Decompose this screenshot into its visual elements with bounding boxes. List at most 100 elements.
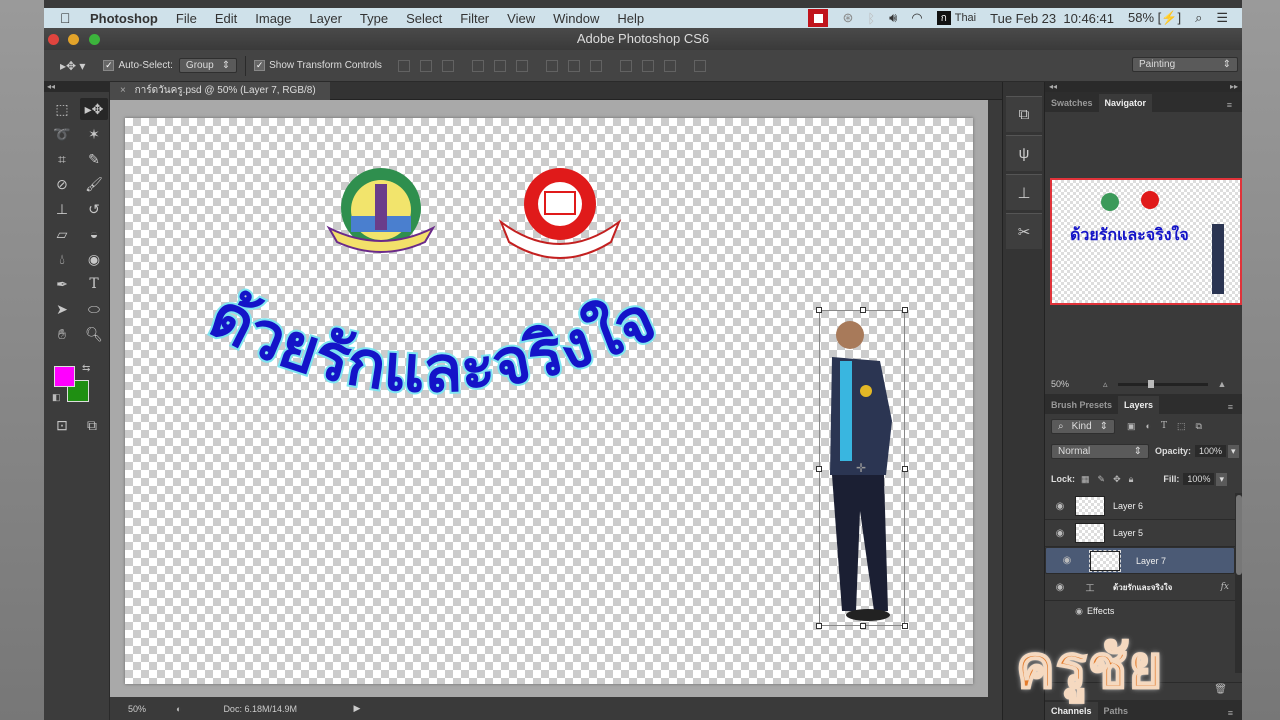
collapse-panels-bar[interactable]: ◂◂ ▸▸ (1045, 82, 1242, 92)
visibility-eye-icon[interactable]: ◉ (1052, 555, 1082, 566)
eyedropper-tool-icon[interactable]: ✎ (80, 148, 108, 170)
align-vertical-centers-icon[interactable] (419, 59, 432, 72)
menu-select[interactable]: Select (406, 11, 442, 26)
tab-brush-presets[interactable]: Brush Presets (1045, 396, 1118, 414)
clone-source-panel-icon[interactable]: ⊥ (1006, 174, 1042, 210)
opacity-field[interactable]: 100% (1195, 445, 1227, 457)
lock-transparent-pixels-icon[interactable]: ▦ (1081, 474, 1090, 485)
layer-row[interactable]: ◉ Layer 6 (1045, 493, 1235, 520)
align-right-edges-icon[interactable] (515, 59, 528, 72)
transform-handle-tr[interactable] (902, 307, 908, 313)
delete-layer-icon[interactable]: 🗑︎ (1214, 684, 1227, 695)
navigator-thumbnail[interactable]: ด้วยรักและจริงใจ (1050, 178, 1242, 305)
blur-tool-icon[interactable]: 💧︎ (48, 248, 76, 270)
layer-row[interactable]: ◉ Layer 5 (1045, 520, 1235, 547)
fx-icon[interactable]: fx (1221, 582, 1229, 592)
history-brush-tool-icon[interactable]: ↺ (80, 198, 108, 220)
blend-mode-dropdown[interactable]: Normal ⇕ (1051, 443, 1149, 459)
layer-row-selected[interactable]: ◉ Layer 7 (1045, 547, 1235, 574)
notification-center-icon[interactable]: ☰ (1216, 10, 1228, 26)
zoom-in-icon[interactable]: ▲ (1218, 379, 1227, 389)
close-window-button[interactable] (48, 34, 59, 45)
clone-stamp-tool-icon[interactable]: ⊥ (48, 198, 76, 220)
battery[interactable]: 58% [⚡] (1128, 10, 1181, 26)
distribute-right-icon[interactable] (663, 59, 676, 72)
tab-layers[interactable]: Layers (1118, 396, 1160, 414)
auto-select-checkbox[interactable]: ✓ (103, 60, 115, 71)
wifi-icon[interactable]: ◠ (911, 10, 922, 26)
panel-menu-icon[interactable]: ≡ (1222, 704, 1239, 720)
transform-handle-tl[interactable] (816, 307, 822, 313)
magic-wand-tool-icon[interactable]: ✶ (80, 123, 108, 145)
layers-scrollbar[interactable] (1235, 493, 1242, 673)
pen-tool-icon[interactable]: ✒ (48, 273, 76, 295)
filter-pixel-icon[interactable]: ▣ (1127, 421, 1136, 432)
zoom-window-button[interactable] (89, 34, 100, 45)
panel-menu-icon[interactable]: ≡ (1221, 96, 1238, 114)
fill-field[interactable]: 100% (1183, 473, 1215, 485)
foreground-color-swatch[interactable] (54, 366, 75, 387)
menu-file[interactable]: File (176, 11, 197, 26)
filter-type-icon[interactable]: T (1161, 421, 1167, 431)
distribute-vcenter-icon[interactable] (567, 59, 580, 72)
collapse-left-icon[interactable]: ◂◂ (1049, 82, 1057, 92)
path-selection-tool-icon[interactable]: ➤ (48, 298, 76, 320)
distribute-left-icon[interactable] (619, 59, 632, 72)
apple-icon[interactable]:  (60, 10, 80, 26)
filter-smart-object-icon[interactable]: ⧉ (1196, 421, 1202, 432)
panel-menu-icon[interactable]: ≡ (1222, 398, 1239, 416)
healing-brush-tool-icon[interactable]: ⊘ (48, 173, 76, 195)
zoom-out-icon[interactable]: ▵ (1103, 379, 1108, 390)
transform-handle-bl[interactable] (816, 623, 822, 629)
history-panel-icon[interactable]: ⧉ (1006, 96, 1042, 132)
visibility-eye-icon[interactable]: ◉ (1045, 528, 1075, 539)
visibility-eye-icon[interactable]: ◉ (1045, 501, 1075, 512)
hand-tool-icon[interactable]: ✋︎ (48, 323, 76, 345)
layer-row-text[interactable]: ◉ 工 ด้วยรักและจริงใจ fx (1045, 574, 1235, 601)
menu-image[interactable]: Image (255, 11, 291, 26)
status-menu-arrow-icon[interactable]: ▶ (353, 703, 360, 714)
menu-window[interactable]: Window (553, 11, 599, 26)
menu-help[interactable]: Help (617, 11, 644, 26)
minimize-window-button[interactable] (68, 34, 79, 45)
menu-type[interactable]: Type (360, 11, 388, 26)
auto-align-layers-icon[interactable] (693, 59, 706, 72)
zoom-level[interactable]: 50% (128, 704, 168, 714)
zoom-tool-icon[interactable]: 🔍︎ (80, 323, 108, 345)
transform-handle-mr[interactable] (902, 466, 908, 472)
transform-center-icon[interactable]: ✛ (856, 461, 866, 475)
document-vertical-scrollbar[interactable] (988, 100, 1002, 697)
fill-slider-toggle[interactable]: ▾ (1216, 472, 1227, 486)
lock-all-icon[interactable]: 🔒︎ (1129, 474, 1134, 485)
input-source[interactable]: ก Thai (936, 11, 976, 25)
visibility-eye-icon[interactable]: ◉ (1045, 582, 1075, 593)
spotlight-icon[interactable]: ⌕ (1195, 10, 1202, 26)
marquee-tool-icon[interactable]: ⬚ (48, 98, 76, 120)
transform-handle-br[interactable] (902, 623, 908, 629)
align-left-edges-icon[interactable] (471, 59, 484, 72)
navigator-zoom-value[interactable]: 50% (1051, 379, 1103, 389)
distribute-bottom-icon[interactable] (589, 59, 602, 72)
lasso-tool-icon[interactable]: ➰ (48, 123, 76, 145)
default-colors-icon[interactable]: ◧ (52, 392, 61, 403)
document-tab[interactable]: × การ์ดวันครู.psd @ 50% (Layer 7, RGB/8)… (110, 82, 330, 114)
opacity-slider-toggle[interactable]: ▾ (1228, 444, 1239, 458)
transform-handle-tc[interactable] (860, 307, 866, 313)
menu-app-photoshop[interactable]: Photoshop (90, 11, 158, 26)
status-info-icon[interactable]: ◐ (176, 704, 181, 714)
show-transform-controls-checkbox[interactable]: ✓ (254, 60, 266, 71)
screen-mode-icon[interactable]: ⧉ (78, 414, 106, 436)
ellipse-tool-icon[interactable]: ⬭ (80, 298, 108, 320)
navigator-zoom-slider[interactable] (1117, 379, 1208, 388)
paint-bucket-tool-icon[interactable]: ◒ (80, 223, 108, 245)
distribute-hcenter-icon[interactable] (641, 59, 654, 72)
filter-shape-icon[interactable]: ⬚ (1177, 421, 1186, 432)
tab-navigator[interactable]: Navigator (1098, 94, 1153, 112)
menu-edit[interactable]: Edit (215, 11, 237, 26)
effects-eye-icon[interactable]: ◉ (1045, 606, 1087, 617)
filter-adjustment-icon[interactable]: ◐ (1146, 421, 1151, 431)
bluetooth-icon[interactable]: ᛒ (867, 11, 875, 26)
tool-presets-panel-icon[interactable]: ✂ (1006, 213, 1042, 249)
transform-handle-bc[interactable] (860, 623, 866, 629)
align-top-edges-icon[interactable] (397, 59, 410, 72)
